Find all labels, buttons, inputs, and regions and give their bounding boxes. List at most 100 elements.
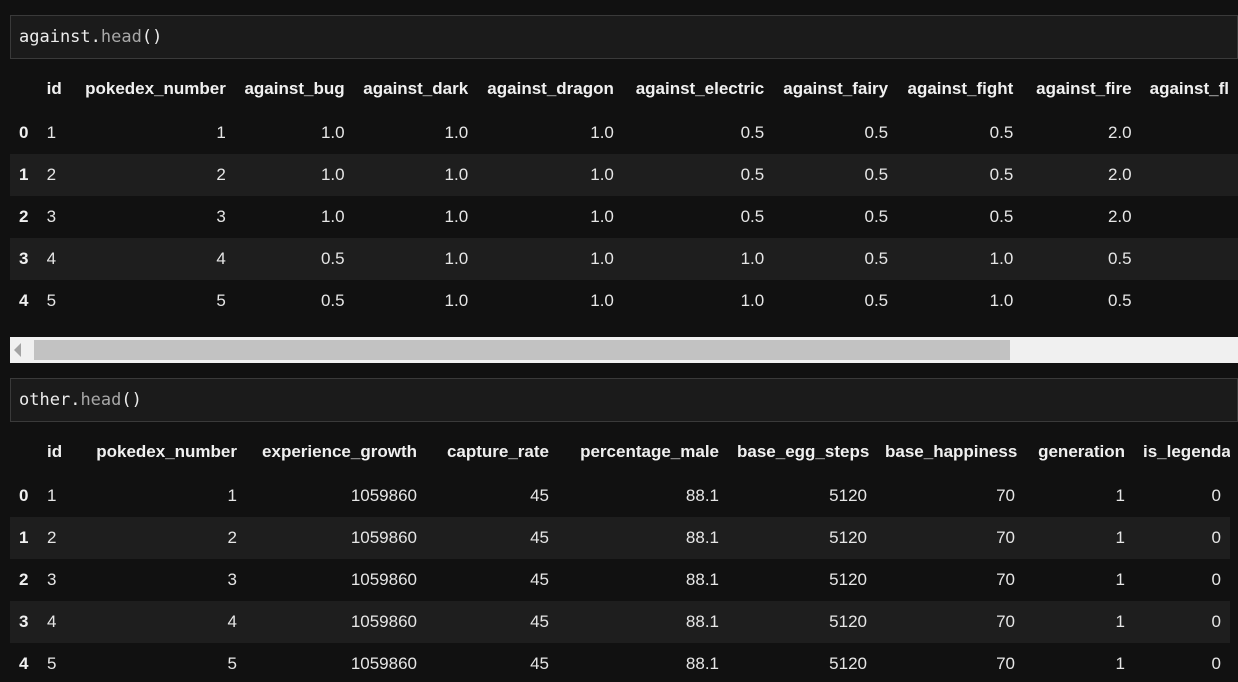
table-cell: 3 <box>46 207 57 226</box>
table-cell: 1059860 <box>350 654 417 673</box>
notebook-page: against.head() id pokedex_number against_b… <box>0 0 1238 682</box>
dataframe-other: id pokedex_number experience_growth capture… <box>10 429 1230 682</box>
table-row: 2 3 3 1059860 45 88.1 5120 70 1 0 <box>10 559 1230 601</box>
row-index: 4 <box>19 291 29 310</box>
table-cell: 2 <box>216 165 226 184</box>
column-header <box>10 66 38 112</box>
table-cell: 0 <box>1211 612 1221 631</box>
table-cell: 2.0 <box>1107 123 1132 142</box>
horizontal-scrollbar[interactable] <box>10 337 1238 363</box>
table-cell: 1.0 <box>590 123 614 142</box>
table-header-row: id pokedex_number against_bug against_dark a… <box>10 66 1238 112</box>
table-row: 1 2 2 1.0 1.0 1.0 0.5 0.5 0.5 2.0 <box>10 154 1238 196</box>
table-cell: 1.0 <box>444 291 469 310</box>
table-row: 0 1 1 1059860 45 88.1 5120 70 1 0 <box>10 475 1230 517</box>
table-cell: 1 <box>227 486 237 505</box>
row-index: 3 <box>19 612 29 631</box>
column-header: against_fight <box>907 79 1014 98</box>
code-parens: () <box>121 390 142 410</box>
column-header: id <box>46 79 62 98</box>
dataframe-against: id pokedex_number against_bug against_dark a… <box>10 66 1238 322</box>
table-cell: 1059860 <box>350 612 417 631</box>
table-cell: 0.5 <box>864 291 889 310</box>
table-cell: 1059860 <box>350 528 417 547</box>
column-header: against_dark <box>363 79 469 98</box>
column-header: percentage_male <box>580 442 719 461</box>
table-cell: 1 <box>1115 654 1125 673</box>
table-cell: 70 <box>996 654 1015 673</box>
table-cell: 4 <box>216 249 226 268</box>
table-cell: 45 <box>530 612 549 631</box>
table-cell: 4 <box>47 612 57 631</box>
table-cell: 1.0 <box>444 123 469 142</box>
table-cell: 5 <box>46 291 57 310</box>
table-cell <box>1141 196 1238 238</box>
table-cell: 1 <box>1115 486 1125 505</box>
table-cell: 70 <box>996 528 1015 547</box>
column-header: against_bug <box>244 79 345 98</box>
column-header: is_legendary <box>1143 442 1230 461</box>
table-cell: 0.5 <box>1107 249 1132 268</box>
code-object: other <box>19 390 71 410</box>
table-cell: 1.0 <box>590 249 614 268</box>
table-cell: 1.0 <box>320 207 345 226</box>
column-header <box>10 429 38 475</box>
scroll-left-arrow-icon[interactable] <box>14 343 21 357</box>
table-cell: 0.5 <box>989 123 1014 142</box>
table-row: 2 3 3 1.0 1.0 1.0 0.5 0.5 0.5 2.0 <box>10 196 1238 238</box>
code-cell-other-head[interactable]: other.head() <box>10 378 1238 422</box>
table-cell: 70 <box>996 486 1015 505</box>
scroll-thumb[interactable] <box>34 340 1010 360</box>
output-table-other: id pokedex_number experience_growth capture… <box>10 429 1238 682</box>
code-parens: () <box>141 27 163 47</box>
table-row: 4 5 5 0.5 1.0 1.0 1.0 0.5 1.0 0.5 <box>10 280 1238 322</box>
table-cell: 1.0 <box>590 165 614 184</box>
table-cell: 88.1 <box>685 654 719 673</box>
table-row: 3 4 4 1059860 45 88.1 5120 70 1 0 <box>10 601 1230 643</box>
table-cell: 70 <box>996 612 1015 631</box>
table-cell: 1059860 <box>350 486 417 505</box>
column-header: against_electric <box>635 79 765 98</box>
table-row: 0 1 1 1.0 1.0 1.0 0.5 0.5 0.5 2.0 <box>10 112 1238 154</box>
table-cell: 2.0 <box>1107 165 1132 184</box>
table-cell: 4 <box>227 612 237 631</box>
column-header: pokedex_number <box>85 79 226 98</box>
table-cell: 45 <box>530 486 549 505</box>
table-cell: 0.5 <box>740 123 765 142</box>
column-header: against_fl <box>1149 79 1229 98</box>
table-header-row: id pokedex_number experience_growth capture… <box>10 429 1230 475</box>
table-cell: 45 <box>530 570 549 589</box>
table-cell <box>1141 112 1238 154</box>
table-cell: 1.0 <box>320 123 345 142</box>
table-cell: 1 <box>47 486 57 505</box>
table-cell: 1.0 <box>320 165 345 184</box>
table-cell: 88.1 <box>685 612 719 631</box>
code-cell-against-head[interactable]: against.head() <box>10 15 1238 59</box>
column-header: base_happiness <box>885 442 1018 461</box>
row-index: 1 <box>19 528 29 547</box>
table-cell: 0 <box>1211 528 1221 547</box>
row-index: 4 <box>19 654 29 673</box>
column-header: capture_rate <box>446 442 549 461</box>
table-cell: 5120 <box>829 486 867 505</box>
table-cell: 1.0 <box>590 207 614 226</box>
table-cell: 45 <box>530 654 549 673</box>
table-cell: 1.0 <box>444 165 469 184</box>
table-cell: 5120 <box>829 570 867 589</box>
table-cell: 2 <box>227 528 237 547</box>
table-cell: 5 <box>47 654 57 673</box>
table-cell: 2.0 <box>1107 207 1132 226</box>
column-header: experience_growth <box>262 442 417 461</box>
table-cell: 88.1 <box>685 486 719 505</box>
table-row: 3 4 4 0.5 1.0 1.0 1.0 0.5 1.0 0.5 <box>10 238 1238 280</box>
table-cell: 0.5 <box>864 165 889 184</box>
table-cell: 5120 <box>829 612 867 631</box>
table-cell: 1 <box>216 123 226 142</box>
column-header: base_egg_steps <box>737 442 870 461</box>
table-cell: 3 <box>47 570 57 589</box>
row-index: 0 <box>19 486 29 505</box>
table-cell: 3 <box>216 207 226 226</box>
table-cell: 1.0 <box>590 291 614 310</box>
table-cell <box>1141 238 1238 280</box>
table-cell <box>1141 154 1238 196</box>
